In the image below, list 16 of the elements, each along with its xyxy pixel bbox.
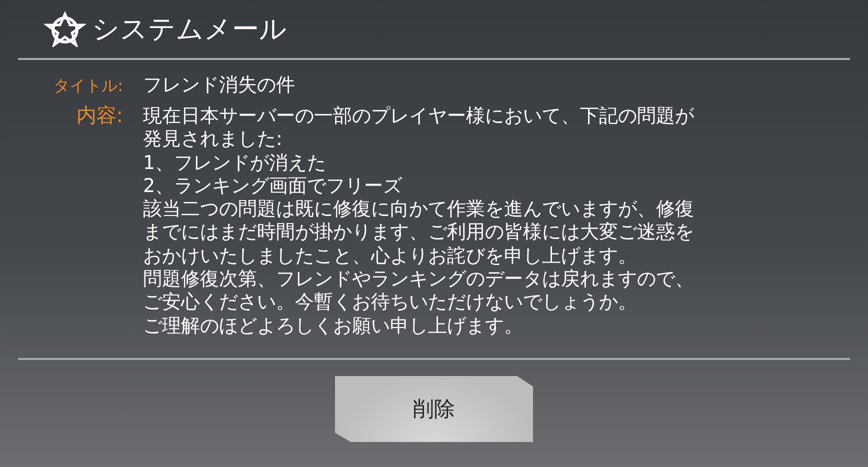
mail-body-line: ご安心ください。今暫くお待ちいただけないでしょうか。: [143, 291, 638, 315]
delete-button[interactable]: 削除: [335, 376, 533, 442]
mail-body-line: おかけいたしましたこと、心よりお詫びを申し上げます。: [143, 244, 638, 268]
mail-body-line: までにはまだ時間が掛かります、ご利用の皆様には大変ご迷惑を: [143, 221, 694, 245]
title-label: タイトル:: [52, 76, 124, 97]
mail-title: フレンド消失の件: [143, 73, 295, 98]
window-title: システムメール: [92, 13, 287, 47]
mail-body-line: 該当二つの問題は既に修復に向かて作業を進んでいますが、修復: [143, 198, 694, 222]
mail-body-line: ご理解のほどよろしくお願い申し上げます。: [143, 314, 524, 338]
mail-body-line: 発見されました:: [143, 128, 284, 152]
content-label: 内容:: [75, 102, 124, 129]
mail-body-line: 1、フレンドが消えた: [143, 152, 328, 175]
mail-body-line: 問題修復次第、フレンドやランキングのデータは戻れますので、: [143, 268, 694, 292]
mail-body-line: 現在日本サーバーの一部のプレイヤー様において、下記の問題が: [143, 105, 694, 128]
mail-body-line: 2、ランキング画面でフリーズ: [143, 174, 404, 198]
star-emblem-icon: [44, 11, 86, 47]
